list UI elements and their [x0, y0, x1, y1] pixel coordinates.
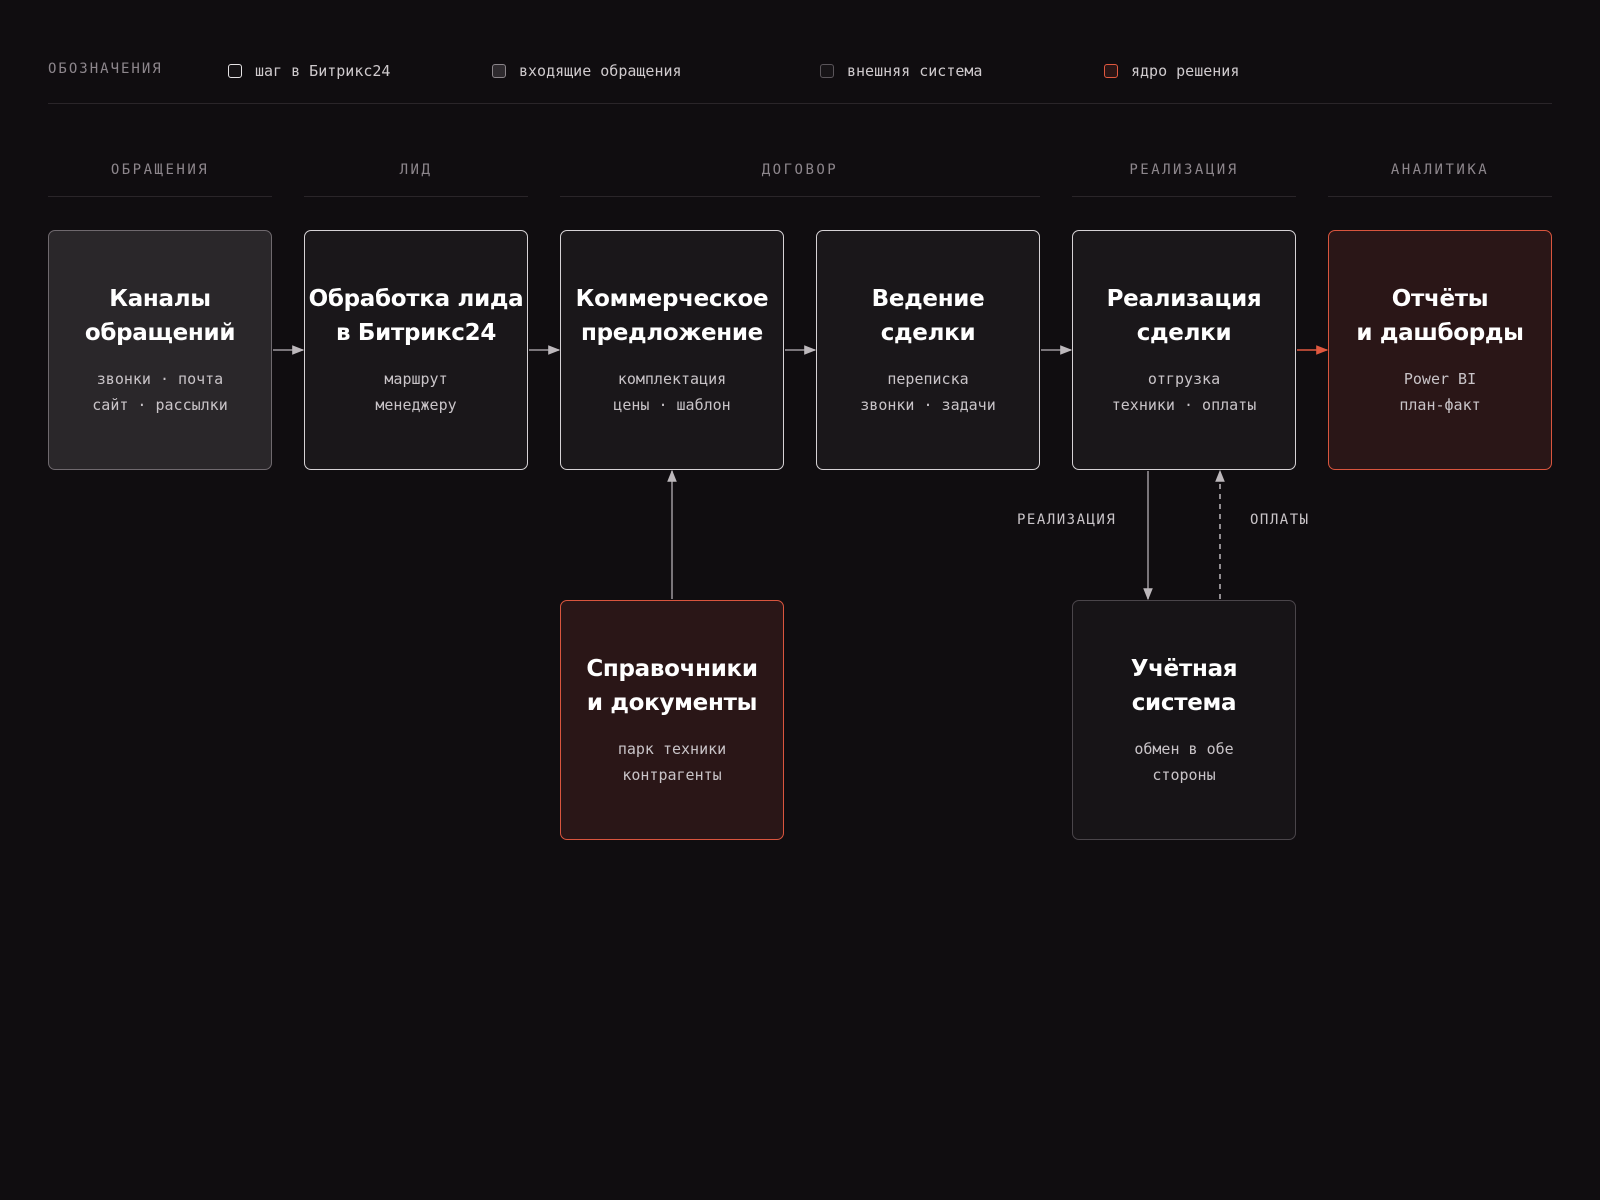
- edge-label-payments: ОПЛАТЫ: [1250, 512, 1310, 528]
- node-channels: Каналы обращений звонки · почта сайт · р…: [48, 230, 272, 470]
- node-offer-title: Коммерческое предложение: [575, 286, 769, 346]
- node-references-sub: парк техники контрагенты: [617, 740, 727, 784]
- node-accounting: Учётная система обмен в обе стороны: [1072, 600, 1296, 840]
- node-references-title: Справочники и документы: [586, 656, 758, 716]
- node-realization-sub: отгрузка техники · оплаты: [1111, 370, 1257, 414]
- node-lead: Обработка лида в Битрикс24 маршрут менед…: [304, 230, 528, 470]
- connectors: [273, 345, 1329, 601]
- edge-label-realization: РЕАЛИЗАЦИЯ: [1017, 512, 1117, 528]
- node-offer: Коммерческое предложение комплектация це…: [560, 230, 784, 470]
- node-realization-title: Реализация сделки: [1106, 286, 1262, 346]
- node-lead-sub: маршрут менеджеру: [375, 370, 457, 414]
- node-offer-sub: комплектация цены · шаблон: [613, 370, 731, 414]
- node-channels-title: Каналы обращений: [84, 286, 236, 346]
- node-deal-title: Ведение сделки: [871, 286, 985, 346]
- node-accounting-title: Учётная система: [1130, 656, 1238, 716]
- node-deal: Ведение сделки переписка звонки · задачи: [816, 230, 1040, 470]
- node-reports-title: Отчёты и дашборды: [1356, 286, 1524, 346]
- node-reports-sub: Power BI план-факт: [1399, 370, 1481, 414]
- node-reports: Отчёты и дашборды Power BI план-факт: [1328, 230, 1552, 470]
- node-lead-title: Обработка лида в Битрикс24: [308, 286, 524, 346]
- node-references: Справочники и документы парк техники кон…: [560, 600, 784, 840]
- node-accounting-sub: обмен в обе стороны: [1134, 740, 1234, 784]
- node-realization: Реализация сделки отгрузка техники · опл…: [1072, 230, 1296, 470]
- node-deal-sub: переписка звонки · задачи: [860, 370, 996, 414]
- node-channels-sub: звонки · почта сайт · рассылки: [92, 370, 228, 414]
